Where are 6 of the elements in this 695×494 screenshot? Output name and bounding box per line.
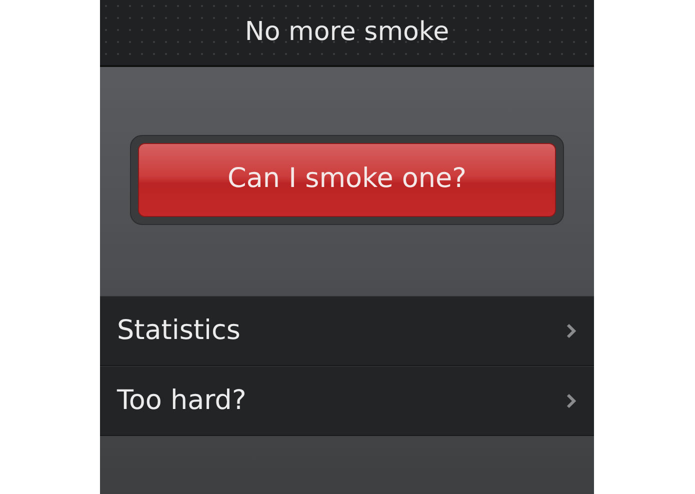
smoke-button[interactable]: Can I smoke one? — [138, 142, 556, 216]
screen-title: No more smoke — [244, 16, 450, 49]
menu-item[interactable]: Too hard? — [100, 366, 594, 436]
chevron-icon — [566, 393, 576, 409]
menu-item[interactable]: Statistics — [100, 296, 594, 366]
chevron-icon — [566, 323, 576, 339]
